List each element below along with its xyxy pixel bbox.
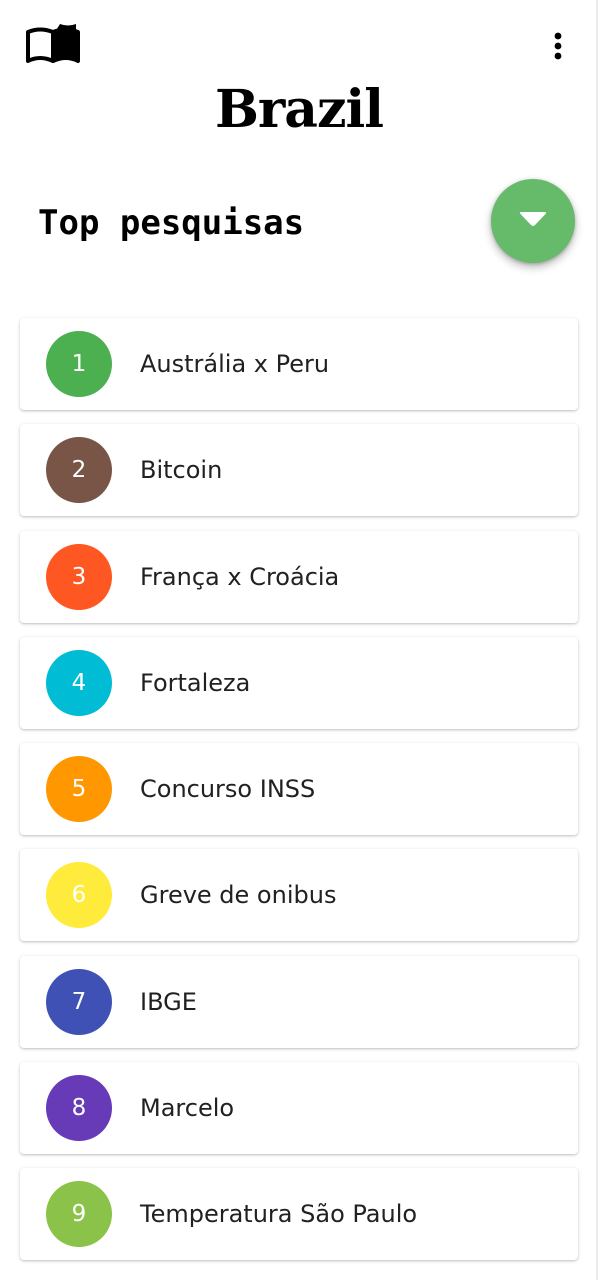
rank-badge: 2 — [46, 437, 112, 504]
trends-list: 1 Austrália x Peru 2 Bitcoin 3 França x Croác… — [20, 318, 578, 1275]
trend-card[interactable]: 2 Bitcoin — [20, 424, 578, 517]
rank-badge: 4 — [46, 649, 112, 716]
page-title: Brazil — [214, 79, 384, 140]
open-book-icon[interactable] — [24, 20, 82, 66]
trend-card[interactable]: 4 Fortaleza — [20, 636, 578, 729]
rank-badge: 3 — [46, 543, 112, 610]
trend-card[interactable]: 3 França x Croácia — [20, 530, 578, 623]
trend-card[interactable]: 5 Concurso INSS — [20, 743, 578, 836]
more-vert-icon[interactable] — [540, 28, 576, 64]
trend-term: Concurso INSS — [140, 775, 316, 804]
expand-button[interactable] — [491, 179, 575, 263]
trend-term: IBGE — [140, 987, 197, 1016]
trend-card[interactable]: 6 Greve de onibus — [20, 849, 578, 942]
rank-badge: 8 — [46, 1075, 112, 1142]
trend-term: Marcelo — [140, 1094, 235, 1123]
trend-term: França x Croácia — [140, 562, 340, 591]
section-title: Top pesquisas — [38, 203, 305, 243]
trend-card[interactable]: 9 Temperatura São Paulo — [20, 1168, 578, 1261]
trend-term: Greve de onibus — [140, 881, 337, 910]
trend-term: Bitcoin — [140, 456, 223, 485]
rank-badge: 6 — [46, 862, 112, 929]
trend-term: Austrália x Peru — [140, 350, 330, 378]
trend-term: Fortaleza — [140, 668, 251, 697]
rank-badge: 9 — [46, 1181, 112, 1248]
rank-badge: 1 — [46, 331, 112, 397]
trend-term: Temperatura São Paulo — [140, 1200, 418, 1229]
rank-badge: 5 — [46, 756, 112, 823]
caret-down-icon — [518, 209, 548, 234]
trend-card[interactable]: 1 Austrália x Peru — [20, 318, 578, 410]
trend-card[interactable]: 8 Marcelo — [20, 1062, 578, 1155]
trend-card[interactable]: 7 IBGE — [20, 955, 578, 1048]
rank-badge: 7 — [46, 968, 112, 1035]
